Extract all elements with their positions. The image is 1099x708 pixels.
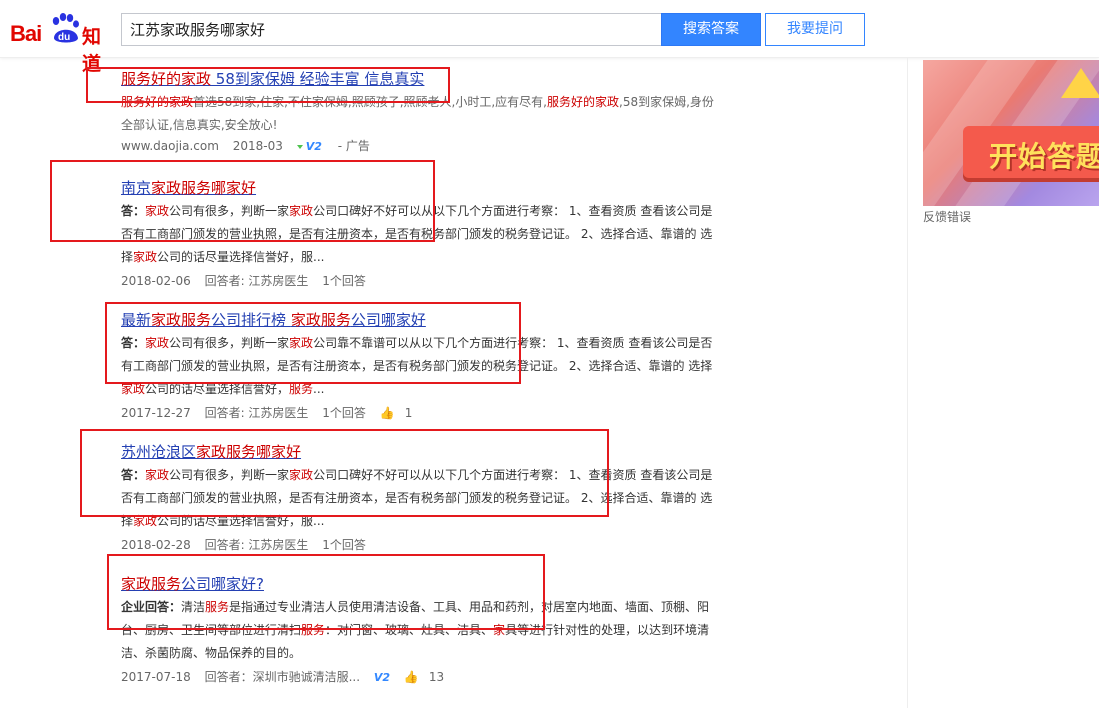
result-item-ad: 服务好的家政 58到家保姆 经验丰富 信息真实 服务好的家政首选58到家,住家,… (121, 69, 721, 156)
result-date: 2018-02-28 (121, 538, 191, 552)
result-title[interactable]: 服务好的家政 58到家保姆 经验丰富 信息真实 (121, 69, 424, 89)
abstract-text: 公司的话尽量选择信誉好，服... (157, 514, 325, 528)
thumb-up-icon: 👍 (403, 670, 419, 684)
result-site[interactable]: www.daojia.com (121, 139, 219, 153)
title-highlight: 家政服务 (290, 311, 351, 329)
ask-question-button[interactable]: 我要提问 (765, 13, 865, 46)
answer-prefix: 答： (121, 336, 146, 350)
abstract-highlight: 家政 (145, 468, 170, 482)
right-column-divider (907, 58, 908, 708)
abstract-highlight: 服务 (301, 623, 326, 637)
abstract-highlight: 家政 (133, 514, 158, 528)
abstract-highlight: 家政 (145, 204, 170, 218)
baidu-zhidao-logo[interactable]: Bai du 知道 (10, 10, 114, 75)
like-count: 1 (404, 406, 413, 420)
like-count: 13 (428, 670, 445, 684)
abstract-highlight: 服务 (289, 382, 314, 396)
abstract-highlight: 服务 (205, 600, 230, 614)
abstract-text: 公司有很多，判断一家 (169, 468, 290, 482)
title-text: 南京 (121, 179, 152, 197)
result-date: 2017-12-27 (121, 406, 191, 420)
result-abstract: 答：家政公司有很多，判断一家家政公司口碑好不好可以从以下几个方面进行考察： 1、… (121, 464, 721, 533)
ad-text: 开始答题 (989, 140, 1099, 173)
result-abstract: 答：家政公司有很多，判断一家家政公司靠不靠谱可以从以下几个方面进行考察： 1、查… (121, 332, 721, 401)
abstract-text: 公司有很多，判断一家 (169, 204, 290, 218)
answer-prefix: 企业回答： (121, 600, 182, 614)
result-meta: 2017-07-18 回答者：深圳市驰诚清洁服... V2 👍 13 (121, 668, 721, 687)
thumb-up-icon: 👍 (379, 406, 395, 420)
result-item: 最新家政服务公司排行榜 家政服务公司哪家好 答：家政公司有很多，判断一家家政公司… (121, 310, 721, 422)
ad-decoration (1061, 68, 1099, 98)
result-item: 家政服务公司哪家好? 企业回答：清洁服务是指通过专业清洁人员使用清洁设备、工具、… (121, 574, 721, 687)
abstract-text: ：对门窗、玻璃、灶具、洁具、 (325, 623, 494, 637)
search-answer-button[interactable]: 搜索答案 (661, 13, 761, 46)
abstract-text: 首选58到家,住家,不住家保姆,照顾孩子,照顾老人,小时工,应有尽有, (193, 95, 547, 109)
abstract-highlight: 家政 (289, 204, 314, 218)
title-highlight: 家政服务 (151, 311, 212, 329)
result-meta: 2018-02-28 回答者: 江苏房医生 1个回答 (121, 536, 721, 554)
abstract-text: 公司的话尽量选择信誉好， (145, 382, 290, 396)
answer-count[interactable]: 1个回答 (322, 274, 366, 288)
title-highlight: 家政服务哪家好 (151, 179, 257, 197)
result-meta: www.daojia.com 2018-03 V2 - 广告 (121, 137, 721, 156)
svg-text:du: du (58, 32, 70, 43)
title-highlight: 家政服务哪家好 (196, 443, 302, 461)
abstract-highlight: 家政 (121, 382, 146, 396)
title-highlight: 家政服务 (121, 575, 182, 593)
answer-prefix: 答： (121, 204, 146, 218)
abstract-highlight: 家政 (145, 336, 170, 350)
ad-tag: - 广告 (337, 139, 370, 153)
caret-down-icon[interactable] (296, 144, 303, 149)
feedback-link[interactable]: 反馈错误 (923, 208, 971, 225)
search-input[interactable] (121, 13, 661, 46)
result-title[interactable]: 苏州沧浪区家政服务哪家好 (121, 442, 301, 462)
answerer[interactable]: 回答者：深圳市驰诚清洁服... (205, 670, 360, 684)
answer-prefix: 答： (121, 468, 146, 482)
abstract-text: 清洁 (181, 600, 206, 614)
logo-zhidao-text: 知道 (82, 26, 102, 75)
result-date: 2017-07-18 (121, 670, 191, 684)
result-title[interactable]: 南京家政服务哪家好 (121, 178, 256, 198)
answerer[interactable]: 回答者: 江苏房医生 (205, 406, 309, 420)
title-highlight: 服务好的家政 (121, 70, 212, 88)
answer-count[interactable]: 1个回答 (322, 538, 366, 552)
title-text: 公司哪家好? (181, 575, 264, 593)
like-button[interactable]: 👍 13 (404, 670, 454, 684)
result-abstract: 企业回答：清洁服务是指通过专业清洁人员使用清洁设备、工具、用品和药剂，对居室内地… (121, 596, 721, 665)
v2-badge[interactable]: V2 (374, 671, 390, 684)
result-item: 苏州沧浪区家政服务哪家好 答：家政公司有很多，判断一家家政公司口碑好不好可以从以… (121, 442, 721, 554)
title-text: 最新 (121, 311, 152, 329)
answer-count[interactable]: 1个回答 (322, 406, 366, 420)
title-text: 公司排行榜 (211, 311, 291, 329)
answerer[interactable]: 回答者: 江苏房医生 (205, 538, 309, 552)
sidebar-ad-banner[interactable]: 开始答题 (923, 60, 1099, 206)
abstract-highlight: 服务好的家政 (121, 95, 194, 109)
abstract-text: 公司有很多，判断一家 (169, 336, 290, 350)
abstract-highlight: 服务好的家政 (547, 95, 620, 109)
abstract-highlight: 家政 (289, 468, 314, 482)
abstract-highlight: 家 (493, 623, 506, 637)
result-title[interactable]: 家政服务公司哪家好? (121, 574, 264, 594)
abstract-highlight: 家政 (133, 250, 158, 264)
title-text: 苏州沧浪区 (121, 443, 197, 461)
answerer[interactable]: 回答者: 江苏房医生 (205, 274, 309, 288)
like-button[interactable]: 👍 1 (380, 406, 423, 420)
abstract-highlight: 家政 (289, 336, 314, 350)
result-item: 南京家政服务哪家好 答：家政公司有很多，判断一家家政公司口碑好不好可以从以下几个… (121, 178, 721, 290)
title-text: 58到家保姆 经验丰富 信息真实 (211, 70, 425, 88)
abstract-text: ... (313, 382, 325, 396)
result-abstract: 服务好的家政首选58到家,住家,不住家保姆,照顾孩子,照顾老人,小时工,应有尽有… (121, 91, 721, 137)
abstract-text: 公司的话尽量选择信誉好，服... (157, 250, 325, 264)
result-title[interactable]: 最新家政服务公司排行榜 家政服务公司哪家好 (121, 310, 426, 330)
result-abstract: 答：家政公司有很多，判断一家家政公司口碑好不好可以从以下几个方面进行考察： 1、… (121, 200, 721, 269)
title-text: 公司哪家好 (350, 311, 426, 329)
v2-badge[interactable]: V2 (306, 140, 322, 153)
result-meta: 2017-12-27 回答者: 江苏房医生 1个回答 👍 1 (121, 404, 721, 422)
logo-bai-text: Bai (10, 21, 42, 46)
result-date: 2018-03 (232, 139, 283, 153)
paw-icon: du (52, 13, 79, 43)
result-date: 2018-02-06 (121, 274, 191, 288)
header: Bai du 知道 搜索答案 我要提问 (0, 0, 1099, 75)
result-meta: 2018-02-06 回答者: 江苏房医生 1个回答 (121, 272, 721, 290)
